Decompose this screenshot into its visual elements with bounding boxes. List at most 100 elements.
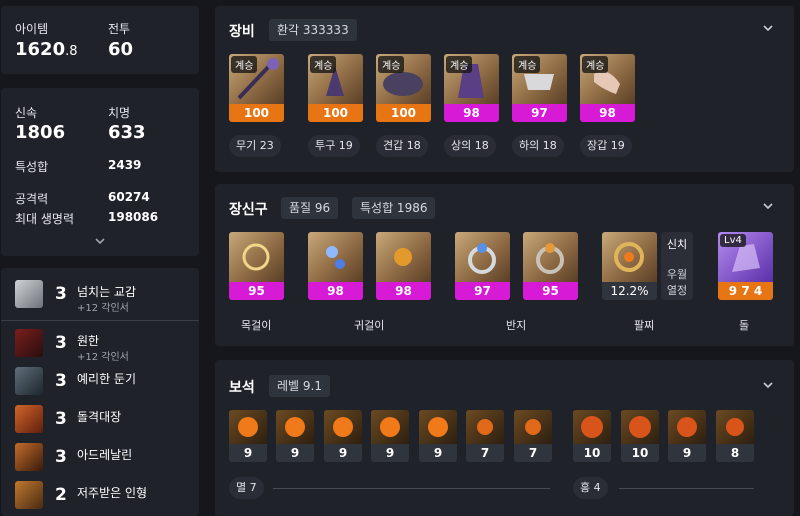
gem-slot[interactable]: 9 — [276, 410, 314, 462]
bracelet-stat: 열정 — [666, 284, 688, 297]
gem-icon — [466, 410, 504, 444]
engraving-level: 3 — [55, 409, 67, 429]
accessory-bracelet[interactable]: 12.2% — [602, 232, 657, 300]
quality-bar: 100 — [308, 104, 363, 122]
divider — [619, 488, 754, 489]
item-level-label: 아이템 — [15, 22, 49, 36]
equipment-slot-glove[interactable]: 계승 98 — [580, 54, 635, 122]
gem-icon — [229, 410, 267, 444]
accessory-necklace[interactable]: 95 — [229, 232, 284, 300]
accessory-earring-1[interactable]: 98 — [308, 232, 363, 300]
engraving-level: 2 — [55, 485, 67, 505]
inherit-badge: 계승 — [582, 56, 609, 73]
inherit-badge: 계승 — [231, 56, 258, 73]
divider — [1, 320, 199, 321]
earring-icon — [308, 232, 363, 282]
stone-value: 9 7 4 — [718, 282, 773, 300]
special-sum-value: 2439 — [108, 158, 142, 172]
accessory-ring-1[interactable]: 97 — [455, 232, 510, 300]
equipment-caption: 견갑 18 — [376, 135, 428, 157]
equipment-slot-pants[interactable]: 계승 97 — [512, 54, 567, 122]
equipment-panel: 장비 환각 333333 계승 100 계승 100 계승 100 계승 98 … — [215, 6, 794, 172]
ring-icon — [523, 232, 578, 282]
engraving-level: 3 — [55, 371, 67, 391]
bracelet-caption: 팔찌 — [634, 319, 655, 332]
chevron-down-icon[interactable] — [761, 379, 775, 395]
gem-slot[interactable]: 9 — [419, 410, 457, 462]
equipment-slot-chest[interactable]: 계승 98 — [444, 54, 499, 122]
gem-level: 10 — [621, 444, 659, 462]
engraving-name: 넘치는 교감 — [77, 285, 137, 299]
quality-bar: 97 — [512, 104, 567, 122]
gem-slot[interactable]: 10 — [573, 410, 611, 462]
chevron-down-icon[interactable] — [761, 22, 775, 38]
equipment-slot-helmet[interactable]: 계승 100 — [308, 54, 363, 122]
stone-level: Lv4 — [720, 234, 746, 247]
gem-left-caption: 멸 7 — [229, 477, 264, 499]
gem-slot[interactable]: 8 — [716, 410, 754, 462]
bracelet-stat: 우월 — [666, 268, 688, 281]
accessory-ring-2[interactable]: 95 — [523, 232, 578, 300]
engraving-level: 3 — [55, 447, 67, 467]
combat-level-label: 전투 — [108, 22, 131, 36]
gem-level-chip: 레벨 9.1 — [269, 375, 330, 397]
bracelet-stats: 신치 우월 열정 — [661, 232, 693, 300]
gems-panel: 보석 레벨 9.1 9 9 9 9 9 7 7 10 10 9 8 멸 7 홍 … — [215, 360, 794, 516]
crit-value: 633 — [108, 122, 146, 143]
gem-level: 9 — [668, 444, 706, 462]
earring-icon — [376, 232, 431, 282]
quality-bar: 97 — [455, 282, 510, 300]
engraving-name: 원한 — [77, 334, 100, 348]
gem-slot[interactable]: 7 — [466, 410, 504, 462]
divider — [273, 488, 550, 489]
ability-stone[interactable]: Lv4 9 7 4 — [718, 232, 773, 300]
gem-level: 9 — [276, 444, 314, 462]
raid-captain-icon — [15, 405, 43, 433]
gem-slot[interactable]: 9 — [324, 410, 362, 462]
gem-icon — [371, 410, 409, 444]
swift-label: 신속 — [15, 106, 38, 120]
gem-icon — [573, 410, 611, 444]
grudge-icon — [15, 329, 43, 357]
stats-panel: 신속 1806 치명 633 특성합 2439 공격력 60274 최대 생명력… — [1, 88, 199, 256]
gem-level: 9 — [324, 444, 362, 462]
gem-slot[interactable]: 9 — [371, 410, 409, 462]
inherit-badge: 계승 — [446, 56, 473, 73]
gem-right-caption: 홍 4 — [573, 477, 608, 499]
gem-icon — [419, 410, 457, 444]
gem-slot[interactable]: 9 — [229, 410, 267, 462]
item-level-value: 1620.8 — [15, 39, 78, 60]
necklace-icon — [229, 232, 284, 282]
engraving-name: 예리한 둔기 — [77, 372, 137, 386]
equipment-slot-shoulder[interactable]: 계승 100 — [376, 54, 431, 122]
bracelet-value: 12.2% — [602, 282, 657, 300]
accessory-quality-chip: 품질 96 — [281, 197, 339, 219]
accessories-panel: 장신구 품질 96 특성합 1986 95 98 98 97 95 12.2% … — [215, 184, 794, 346]
accessory-earring-2[interactable]: 98 — [376, 232, 431, 300]
gem-slot[interactable]: 7 — [514, 410, 552, 462]
gem-level: 7 — [466, 444, 504, 462]
quality-bar: 100 — [376, 104, 431, 122]
gem-slot[interactable]: 10 — [621, 410, 659, 462]
engraving-level: 3 — [55, 284, 67, 304]
equipment-caption: 하의 18 — [512, 135, 564, 157]
inherit-badge: 계승 — [514, 56, 541, 73]
engraving-book: +12 각인서 — [77, 303, 129, 314]
equipment-caption: 무기 23 — [229, 135, 281, 157]
crit-label: 치명 — [108, 106, 131, 120]
attack-value: 60274 — [108, 190, 150, 204]
chevron-down-icon[interactable] — [93, 232, 107, 245]
equipment-slot-weapon[interactable]: 계승 100 — [229, 54, 284, 122]
quality-bar: 95 — [523, 282, 578, 300]
chevron-down-icon[interactable] — [761, 200, 775, 216]
earrings-caption: 귀걸이 — [354, 319, 385, 332]
gem-level: 9 — [229, 444, 267, 462]
gem-slot[interactable]: 9 — [668, 410, 706, 462]
max-hp-label: 최대 생명력 — [15, 212, 75, 226]
adrenaline-icon — [15, 443, 43, 471]
quality-bar: 98 — [580, 104, 635, 122]
engraving-panel: 3 넘치는 교감 +12 각인서 3 원한 +12 각인서 3 예리한 둔기 3… — [1, 268, 199, 516]
equipment-set-chip: 환각 333333 — [269, 19, 357, 41]
combat-level-value: 60 — [108, 39, 134, 60]
gem-icon — [276, 410, 314, 444]
